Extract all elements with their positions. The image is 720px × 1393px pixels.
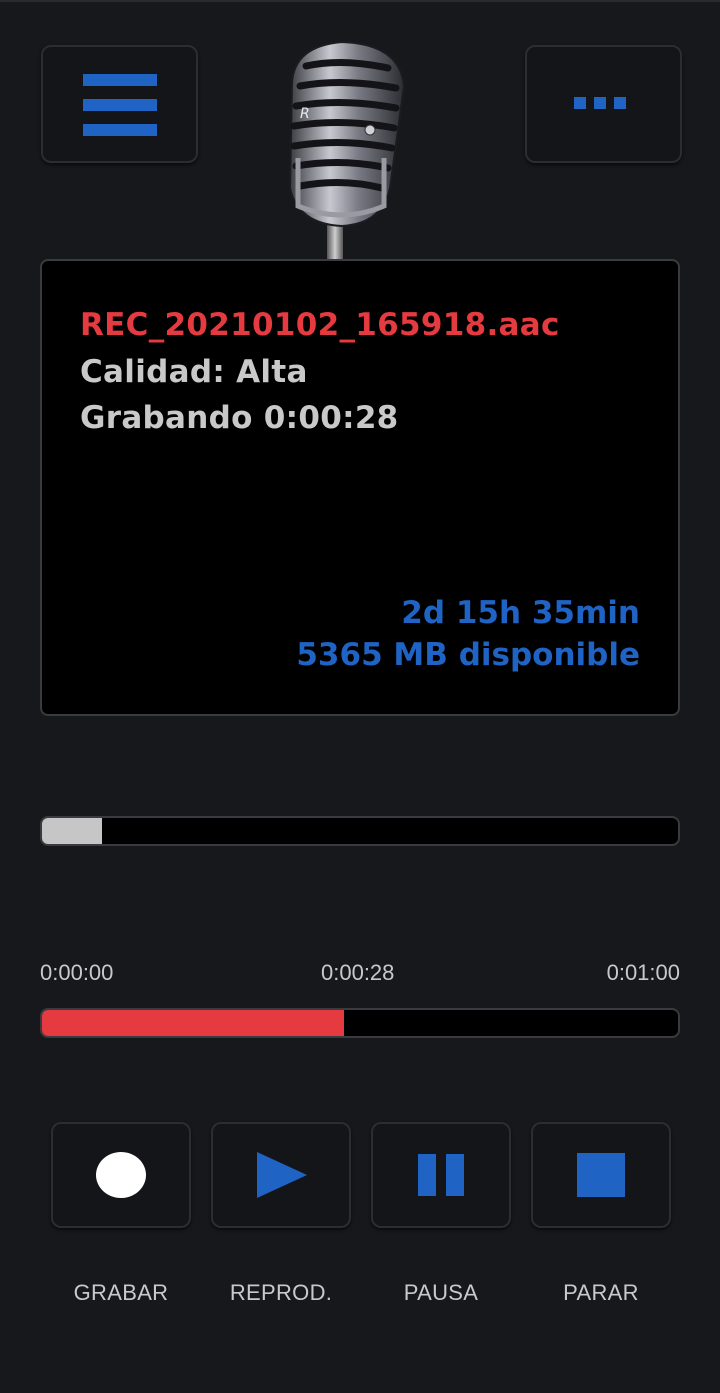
play-button[interactable]	[211, 1122, 351, 1228]
audio-level-fill	[42, 818, 103, 844]
record-icon	[96, 1152, 146, 1198]
pause-button[interactable]	[371, 1122, 511, 1228]
top-divider	[0, 0, 720, 2]
microphone-icon: R	[288, 40, 406, 262]
more-options-icon	[574, 97, 634, 111]
audio-level-meter	[40, 816, 680, 846]
time-end: 0:01:00	[606, 960, 680, 985]
stop-button[interactable]	[531, 1122, 671, 1228]
time-start: 0:00:00	[40, 960, 114, 985]
svg-text:R: R	[300, 106, 310, 122]
pause-label: PAUSA	[403, 1280, 479, 1305]
menu-button[interactable]	[41, 45, 198, 163]
play-label: REPROD.	[229, 1280, 333, 1305]
timeline-progress-fill	[42, 1010, 345, 1036]
quality-label: Calidad: Alta	[80, 354, 308, 390]
play-icon	[257, 1152, 307, 1198]
timeline-progress-bar[interactable]	[40, 1008, 680, 1038]
hamburger-menu-icon	[83, 74, 157, 136]
available-space: 5365 MB disponible	[296, 637, 640, 673]
recorder-screen: R REC_20210102_165918.aac Calidad: Alta …	[0, 0, 720, 1393]
record-label: GRABAR	[73, 1280, 169, 1305]
stop-label: PARAR	[563, 1280, 639, 1305]
filename-label: REC_20210102_165918.aac	[80, 307, 560, 343]
stop-icon	[577, 1153, 625, 1197]
pause-icon	[418, 1154, 464, 1196]
recording-info-panel: REC_20210102_165918.aac Calidad: Alta Gr…	[40, 259, 680, 716]
time-current: 0:00:28	[321, 960, 395, 985]
record-button[interactable]	[51, 1122, 191, 1228]
remaining-time: 2d 15h 35min	[401, 595, 640, 631]
more-options-button[interactable]	[525, 45, 682, 163]
recording-status: Grabando 0:00:28	[80, 400, 399, 436]
